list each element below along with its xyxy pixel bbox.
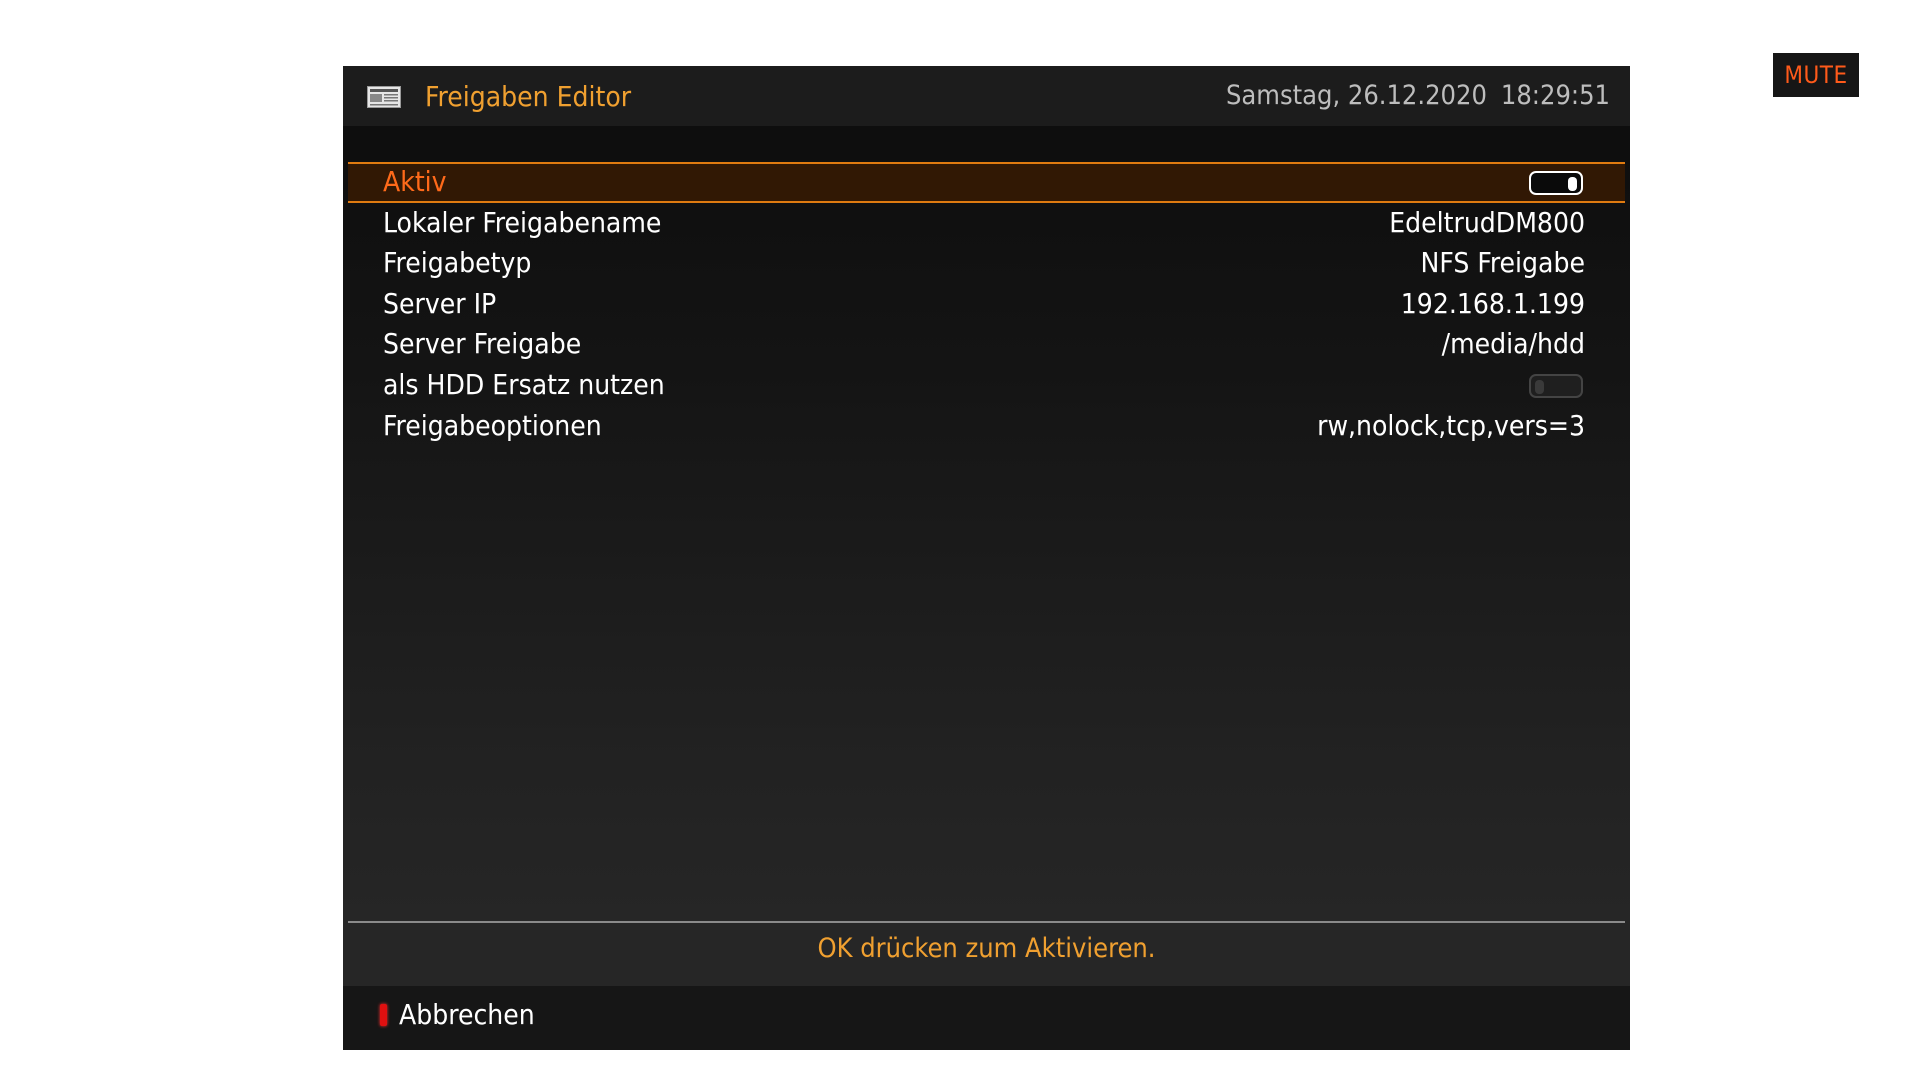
setting-row-server-share[interactable]: Server Freigabe /media/hdd: [348, 324, 1625, 365]
button-bar: Abbrechen: [343, 986, 1630, 1050]
mute-indicator: MUTE: [1773, 53, 1859, 97]
setting-row-hdd-replacement[interactable]: als HDD Ersatz nutzen: [348, 365, 1625, 406]
setting-value: rw,nolock,tcp,vers=3: [1317, 408, 1585, 442]
help-text: OK drücken zum Aktivieren.: [817, 933, 1156, 964]
setting-row-local-share-name[interactable]: Lokaler Freigabename EdeltrudDM800: [348, 203, 1625, 244]
setting-label: als HDD Ersatz nutzen: [383, 367, 665, 401]
toggle-knob: [1535, 379, 1544, 394]
settings-list: Aktiv Lokaler Freigabename EdeltrudDM800…: [348, 162, 1625, 446]
setting-value: EdeltrudDM800: [1389, 205, 1585, 239]
share-editor-window: Freigaben Editor Samstag, 26.12.2020 18:2…: [343, 66, 1630, 1050]
toggle-switch-hdd-replacement[interactable]: [1529, 373, 1583, 398]
red-key-icon: [380, 1004, 387, 1026]
toggle-switch-aktiv[interactable]: [1529, 171, 1583, 195]
setting-row-server-ip[interactable]: Server IP 192.168.1.199: [348, 284, 1625, 325]
setting-label: Server Freigabe: [383, 327, 582, 361]
setting-value: /media/hdd: [1441, 327, 1585, 361]
newspaper-icon: [367, 86, 401, 108]
divider: [348, 921, 1625, 923]
date-label: Samstag, 26.12.2020: [1225, 80, 1487, 111]
setting-label: Aktiv: [383, 165, 447, 198]
time-label: 18:29:51: [1500, 80, 1610, 111]
setting-value: 192.168.1.199: [1400, 286, 1585, 320]
setting-row-share-options[interactable]: Freigabeoptionen rw,nolock,tcp,vers=3: [348, 406, 1625, 447]
window-title: Freigaben Editor: [425, 80, 632, 113]
setting-label: Freigabeoptionen: [383, 408, 602, 442]
setting-row-aktiv[interactable]: Aktiv: [348, 162, 1625, 203]
setting-row-share-type[interactable]: Freigabetyp NFS Freigabe: [348, 243, 1625, 284]
clock: Samstag, 26.12.2020 18:29:51: [1226, 80, 1610, 111]
setting-label: Server IP: [383, 286, 497, 320]
setting-label: Lokaler Freigabename: [383, 205, 662, 239]
title-bar: Freigaben Editor Samstag, 26.12.2020 18:2…: [343, 66, 1630, 126]
setting-value: NFS Freigabe: [1420, 246, 1585, 280]
cancel-button[interactable]: Abbrechen: [399, 998, 535, 1031]
toggle-knob: [1568, 177, 1577, 191]
setting-label: Freigabetyp: [383, 246, 532, 280]
